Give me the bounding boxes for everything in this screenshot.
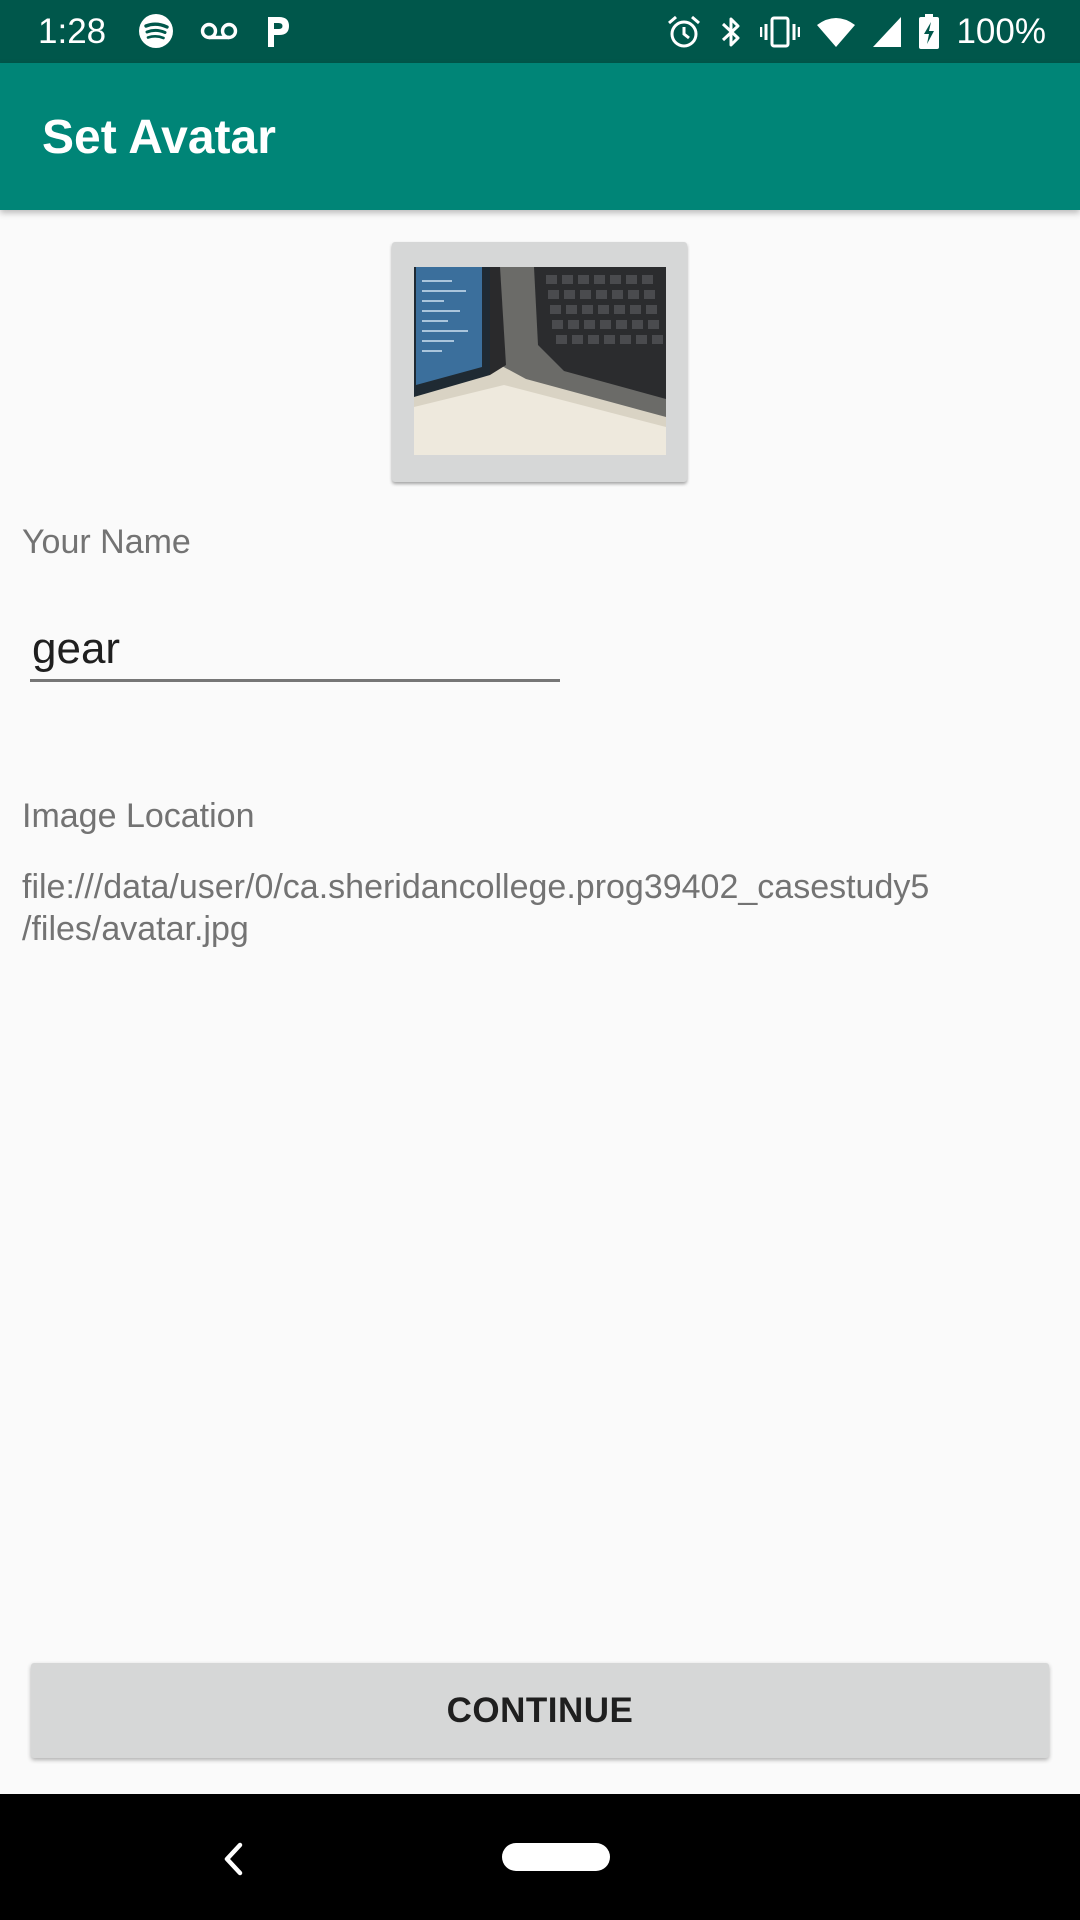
alarm-icon — [668, 15, 701, 48]
status-right-icons: 100% — [666, 10, 1046, 54]
wifi-icon — [817, 18, 856, 47]
name-input[interactable] — [30, 618, 560, 682]
page-title: Set Avatar — [42, 111, 276, 164]
vibrate-icon — [760, 16, 801, 48]
app-bar: Set Avatar — [0, 63, 1080, 210]
signal-icon — [873, 17, 902, 47]
voicemail-icon — [200, 22, 238, 40]
parking-icon — [268, 17, 289, 47]
avatar-image-button[interactable] — [392, 242, 687, 482]
home-pill-icon[interactable] — [502, 1843, 610, 1871]
spotify-icon — [139, 14, 173, 48]
avatar-photo — [414, 267, 666, 455]
back-icon[interactable] — [218, 1839, 248, 1879]
bluetooth-icon — [722, 17, 740, 47]
image-location-value: file:///data/user/0/ca.sheridancollege.p… — [22, 868, 930, 948]
battery-percentage: 100% — [956, 12, 1046, 51]
image-location-label: Image Location — [22, 797, 255, 835]
status-time: 1:28 — [38, 12, 107, 51]
name-label: Your Name — [22, 523, 191, 561]
battery-charging-icon — [919, 14, 940, 49]
status-left-icons — [138, 11, 292, 51]
continue-button[interactable]: CONTINUE — [31, 1663, 1049, 1758]
status-bar: 1:28 100% — [0, 0, 1080, 63]
